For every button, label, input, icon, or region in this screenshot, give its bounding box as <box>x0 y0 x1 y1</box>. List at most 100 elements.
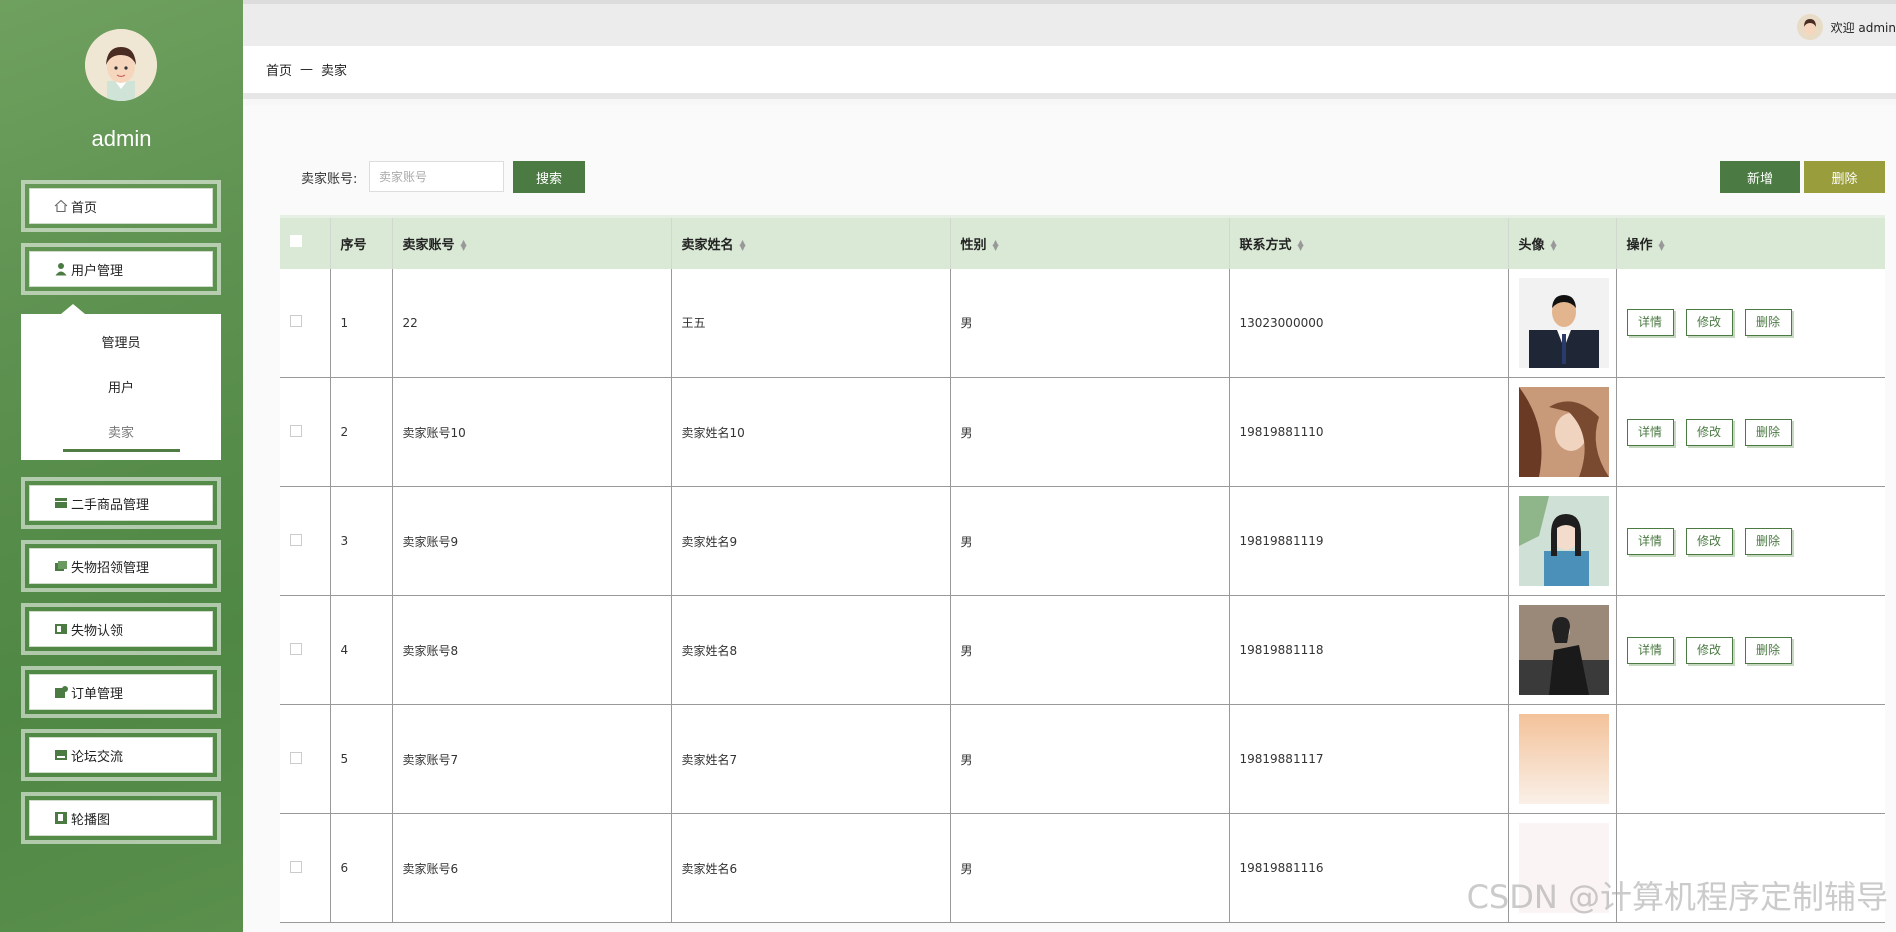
sort-icon[interactable]: ▲ ▼ <box>461 239 467 252</box>
sidebar-item-label: 论坛交流 <box>71 749 124 765</box>
row-delete-button[interactable]: 删除 <box>1744 418 1792 446</box>
cell-no: 1 <box>329 268 392 378</box>
column-header-no: 序号 <box>329 215 392 269</box>
row-checkbox[interactable] <box>290 315 302 328</box>
username: admin <box>91 126 152 151</box>
row-checkbox[interactable] <box>290 533 302 546</box>
cell-account: 卖家账号6 <box>391 813 671 923</box>
edit-button[interactable]: 修改 <box>1685 527 1733 555</box>
row-delete-button[interactable]: 删除 <box>1744 527 1792 555</box>
delete-button[interactable]: 删除 <box>1804 161 1885 193</box>
cell-name: 卖家姓名7 <box>670 704 950 814</box>
cell-account: 卖家账号7 <box>391 704 671 814</box>
cell-no: 3 <box>329 486 392 596</box>
sidebar-item-carousel[interactable]: 轮播图 <box>21 792 221 844</box>
user-menu[interactable]: 欢迎 admin <box>1796 14 1896 40</box>
sidebar-item-goods[interactable]: 二手商品管理 <box>21 477 221 529</box>
cell-gender: 男 <box>949 704 1229 814</box>
seller-photo <box>1518 387 1609 477</box>
table-row: 2 卖家账号10 卖家姓名10 男 19819881110 详情 修改 删除 <box>280 377 1885 487</box>
column-header-name[interactable]: 卖家姓名 ▲ ▼ <box>670 215 950 269</box>
watermark: CSDN @计算机程序定制辅导 <box>1466 878 1888 916</box>
sidebar-item-lost-found[interactable]: 失物招领管理 <box>21 540 221 592</box>
column-header-ops[interactable]: 操作 ▲ ▼ <box>1615 215 1885 269</box>
submenu-item-user[interactable]: 用户 <box>21 377 221 396</box>
breadcrumb-current: 卖家 <box>321 64 348 79</box>
cell-gender: 男 <box>949 486 1229 596</box>
sidebar-item-label: 失物认领 <box>71 623 124 639</box>
cell-gender: 男 <box>949 595 1229 705</box>
search-button[interactable]: 搜索 <box>513 161 585 193</box>
sidebar-item-label: 失物招领管理 <box>71 560 150 576</box>
row-checkbox[interactable] <box>290 751 302 764</box>
cell-account: 卖家账号10 <box>391 377 671 487</box>
sidebar-item-orders[interactable]: 订单管理 <box>21 666 221 718</box>
home-icon <box>54 199 68 213</box>
sidebar-item-label: 用户管理 <box>71 263 124 279</box>
cell-phone: 19819881119 <box>1228 486 1508 596</box>
row-checkbox[interactable] <box>290 642 302 655</box>
cell-no: 6 <box>329 813 392 923</box>
edit-button[interactable]: 修改 <box>1685 418 1733 446</box>
column-header-account[interactable]: 卖家账号 ▲ ▼ <box>391 215 671 269</box>
row-delete-button[interactable]: 删除 <box>1744 636 1792 664</box>
welcome-text: 欢迎 admin <box>1830 20 1896 35</box>
sort-icon[interactable]: ▲ ▼ <box>740 239 746 252</box>
add-button[interactable]: 新增 <box>1720 161 1800 193</box>
sidebar-item-claim[interactable]: 失物认领 <box>21 603 221 655</box>
claim-icon <box>54 622 68 636</box>
sort-icon[interactable]: ▲ ▼ <box>1298 239 1304 252</box>
column-header-avatar[interactable]: 头像 ▲ ▼ <box>1507 215 1616 269</box>
avatar[interactable] <box>85 29 157 101</box>
sidebar-item-home[interactable]: 首页 <box>21 180 221 232</box>
row-delete-button[interactable]: 删除 <box>1744 309 1792 337</box>
detail-button[interactable]: 详情 <box>1626 418 1674 446</box>
table-header-row: 序号 卖家账号 ▲ ▼ 卖家姓名 ▲ ▼ 性别 ▲ ▼ 联系方式 ▲ ▼ 头像 ▲ ▼ 操作 ▲ ▼ <box>280 215 1885 269</box>
column-header-phone[interactable]: 联系方式 ▲ ▼ <box>1228 215 1508 269</box>
goods-icon <box>54 496 68 510</box>
column-header-gender[interactable]: 性别 ▲ ▼ <box>949 215 1229 269</box>
submenu-item-seller[interactable]: 卖家 <box>21 422 221 441</box>
order-icon <box>54 685 68 699</box>
cell-no: 2 <box>329 377 392 487</box>
user-icon <box>54 262 68 276</box>
row-checkbox[interactable] <box>290 424 302 437</box>
table-row: 1 22 王五 男 13023000000 详情 修改 删除 <box>280 268 1885 378</box>
sidebar-item-forum[interactable]: 论坛交流 <box>21 729 221 781</box>
edit-button[interactable]: 修改 <box>1685 309 1733 337</box>
sidebar-item-label: 订单管理 <box>71 686 124 702</box>
seller-photo <box>1518 496 1609 586</box>
active-indicator <box>63 449 180 452</box>
topbar: 欢迎 admin <box>243 0 1896 46</box>
cell-name: 卖家姓名8 <box>670 595 950 705</box>
sort-icon[interactable]: ▲ ▼ <box>1551 239 1557 252</box>
sidebar-item-label: 轮播图 <box>71 812 111 828</box>
edit-button[interactable]: 修改 <box>1685 636 1733 664</box>
cell-account: 卖家账号8 <box>391 595 671 705</box>
detail-button[interactable]: 详情 <box>1626 309 1674 337</box>
seller-photo <box>1518 605 1609 695</box>
breadcrumb-home[interactable]: 首页 <box>266 60 292 79</box>
cell-gender: 男 <box>949 813 1229 923</box>
sidebar-item-label: 首页 <box>71 200 98 216</box>
cell-phone: 19819881110 <box>1228 377 1508 487</box>
cell-name: 王五 <box>670 268 950 378</box>
cell-gender: 男 <box>949 377 1229 487</box>
select-all-checkbox[interactable] <box>290 235 302 248</box>
cell-name: 卖家姓名9 <box>670 486 950 596</box>
detail-button[interactable]: 详情 <box>1626 527 1674 555</box>
row-checkbox[interactable] <box>290 860 302 873</box>
breadcrumb-separator: — <box>300 62 314 77</box>
search-input[interactable] <box>369 161 504 192</box>
user-submenu: 管理员 用户 卖家 <box>21 304 221 460</box>
table-row: 4 卖家账号8 卖家姓名8 男 19819881118 详情 修改 删除 <box>280 595 1885 705</box>
submenu-item-admin[interactable]: 管理员 <box>21 332 221 351</box>
detail-button[interactable]: 详情 <box>1626 636 1674 664</box>
cell-account: 卖家账号9 <box>391 486 671 596</box>
main-content: 卖家账号: 搜索 新增 删除 序号 卖家账号▲▼ 卖家姓名▲▼ 性别▲▼ 联系方… <box>243 105 1896 932</box>
sidebar-item-user-management[interactable]: 用户管理 <box>21 243 221 295</box>
sort-icon[interactable]: ▲ ▼ <box>993 239 999 252</box>
cell-phone: 13023000000 <box>1228 268 1508 378</box>
sort-icon[interactable]: ▲ ▼ <box>1659 239 1665 252</box>
forum-icon <box>54 748 68 762</box>
